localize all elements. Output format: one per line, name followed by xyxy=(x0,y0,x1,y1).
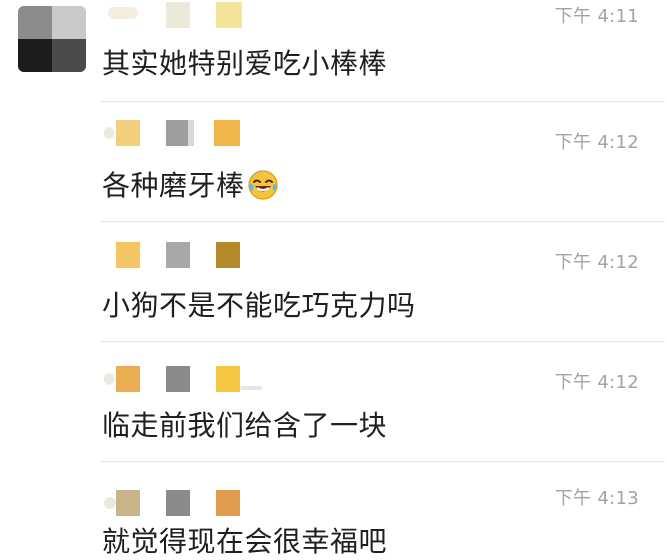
message-item: 下午 4:13 就觉得现在会很幸福吧 xyxy=(100,462,645,558)
message-timestamp: 下午 4:11 xyxy=(554,6,639,27)
chat-message-list: 下午 4:11 其实她特别爱吃小棒棒 下午 4:12 各种磨牙棒 下午 4:12… xyxy=(0,0,667,558)
message-text: 临走前我们给含了一块 xyxy=(102,409,388,442)
sender-name-blurred xyxy=(104,120,304,148)
message-timestamp: 下午 4:12 xyxy=(554,132,639,153)
message-text: 其实她特别爱吃小棒棒 xyxy=(102,47,388,80)
message-text-content: 各种磨牙棒 xyxy=(102,169,245,202)
message-timestamp: 下午 4:12 xyxy=(554,252,639,273)
laughing-crying-emoji-icon xyxy=(247,170,278,200)
message-timestamp: 下午 4:12 xyxy=(554,372,639,393)
message-item: 下午 4:11 其实她特别爱吃小棒棒 xyxy=(100,0,665,102)
sender-name-blurred xyxy=(104,0,304,28)
message-text: 就觉得现在会很幸福吧 xyxy=(102,525,388,558)
sender-avatar[interactable] xyxy=(18,6,86,72)
message-item: 下午 4:12 临走前我们给含了一块 xyxy=(100,342,665,462)
message-item: 下午 4:12 各种磨牙棒 xyxy=(100,102,665,222)
message-timestamp: 下午 4:13 xyxy=(554,488,639,509)
message-text: 各种磨牙棒 xyxy=(102,164,279,204)
sender-name-blurred xyxy=(104,490,304,518)
sender-name-blurred xyxy=(104,242,304,270)
sender-name-blurred xyxy=(104,366,304,394)
message-text: 小狗不是不能吃巧克力吗 xyxy=(102,289,416,322)
message-item: 下午 4:12 小狗不是不能吃巧克力吗 xyxy=(100,222,665,342)
